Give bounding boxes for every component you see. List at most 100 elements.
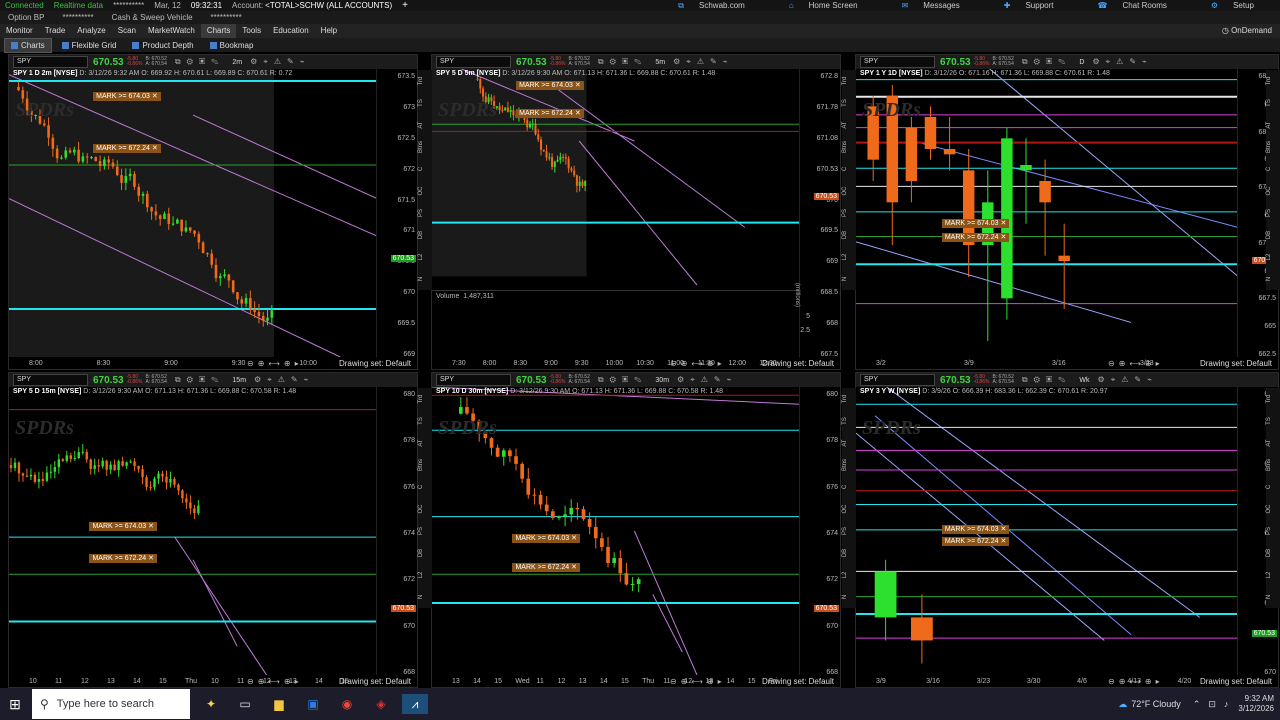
- symbol-input[interactable]: SPY: [436, 56, 511, 68]
- close-icon[interactable]: ✕: [152, 93, 158, 100]
- drawing-tools-icons[interactable]: ⚙⌖⚠✎⌁: [673, 57, 733, 67]
- close-icon[interactable]: ✕: [148, 555, 154, 562]
- sidebar-tab[interactable]: L2: [838, 568, 860, 582]
- symbol-input[interactable]: SPY: [860, 374, 935, 386]
- sidebar-tab[interactable]: DB: [414, 546, 436, 560]
- sidebar-tab[interactable]: N: [1262, 272, 1280, 286]
- zoom-controls[interactable]: ⊖⊕⟷⊕▸: [1108, 677, 1164, 686]
- alert-mark-upper[interactable]: MARK >= 674.03 ✕: [941, 525, 1010, 535]
- sidebar-tab[interactable]: PS: [414, 524, 436, 538]
- sidebar-tab[interactable]: TS: [838, 414, 860, 428]
- symbol-input[interactable]: SPY: [860, 56, 935, 68]
- alert-mark-upper[interactable]: MARK >= 674.03 ✕: [941, 218, 1010, 228]
- sidebar-tab[interactable]: PS: [414, 206, 436, 220]
- sidebar-tab[interactable]: L2: [838, 250, 860, 264]
- sidebar-tab[interactable]: TS: [1262, 414, 1280, 428]
- subnav-charts[interactable]: Charts: [4, 37, 52, 53]
- sidebar-tab[interactable]: PS: [838, 524, 860, 538]
- subnav-bookmap[interactable]: Bookmap: [204, 39, 260, 52]
- ondemand-button[interactable]: ◷ OnDemand: [1222, 24, 1272, 38]
- drawing-set-selector[interactable]: Drawing set: Default: [339, 359, 411, 368]
- sidebar-tab[interactable]: Trd: [838, 74, 860, 88]
- sidebar-tab[interactable]: Btns: [1262, 458, 1280, 472]
- close-icon[interactable]: ✕: [1000, 538, 1006, 545]
- sidebar-tab[interactable]: C: [1262, 480, 1280, 494]
- sidebar-tab[interactable]: TS: [414, 414, 436, 428]
- price-axis[interactable]: 673.5673672.5672671.5671670.5670669.5669…: [376, 69, 417, 358]
- close-icon[interactable]: ✕: [1000, 234, 1006, 241]
- sidebar-tab[interactable]: TS: [1262, 96, 1280, 110]
- sidebar-tab[interactable]: AT: [414, 436, 436, 450]
- sidebar-tab[interactable]: Trd: [1262, 74, 1280, 88]
- alert-mark-lower[interactable]: MARK >= 672.24 ✕: [93, 143, 161, 153]
- alert-mark-upper[interactable]: MARK >= 674.03 ✕: [512, 533, 580, 543]
- chart-panel-2[interactable]: SPY 670.53 -5.80 -0.86% B: 670.52 A: 670.54 ⧉⚙…: [431, 54, 841, 370]
- drawing-tools-icons[interactable]: ⚙⌖⚠✎⌁: [1098, 375, 1158, 385]
- drawing-tools-icons[interactable]: ⚙⌖⚠✎⌁: [250, 57, 310, 67]
- alert-mark-upper[interactable]: MARK >= 674.03 ✕: [516, 80, 584, 90]
- sidebar-tab[interactable]: C: [414, 480, 436, 494]
- sidebar-tab[interactable]: L2: [414, 250, 436, 264]
- alert-mark-upper[interactable]: MARK >= 674.03 ✕: [93, 92, 161, 102]
- drawing-tools-icons[interactable]: ⚙⌖⚠✎⌁: [254, 375, 314, 385]
- volume-icon[interactable]: ♪: [1224, 699, 1229, 709]
- sidebar-tab[interactable]: PS: [838, 206, 860, 220]
- drawing-set-selector[interactable]: Drawing set: Default: [762, 359, 834, 368]
- timeframe-selector[interactable]: 5m: [655, 59, 665, 66]
- chart-panel-1[interactable]: SPY 670.53 -5.80 -0.86% B: 670.52 A: 670.54 ⧉⚙…: [8, 54, 418, 370]
- sidebar-tab[interactable]: AT: [838, 118, 860, 132]
- sidebar-tab[interactable]: Btns: [838, 140, 860, 154]
- sidebar-tab[interactable]: TS: [838, 96, 860, 110]
- tray-clock[interactable]: 9:32 AM 3/12/2026: [1238, 694, 1274, 714]
- subnav-product-depth[interactable]: Product Depth: [126, 39, 199, 52]
- zoom-controls[interactable]: ⊖⊕⟷⊕▸: [670, 677, 726, 686]
- zoom-controls[interactable]: ⊖⊕⟷⊕▸: [247, 359, 303, 368]
- nav-charts[interactable]: Charts: [200, 24, 237, 38]
- sidebar-tab[interactable]: C: [414, 162, 436, 176]
- sidebar-tab[interactable]: N: [1262, 590, 1280, 604]
- drawing-set-selector[interactable]: Drawing set: Default: [1200, 677, 1272, 686]
- chart-panel-3[interactable]: SPY 670.53 -5.80 -0.86% B: 670.52 A: 670.54 ⧉⚙…: [855, 54, 1279, 370]
- tray-chevron-icon[interactable]: ⌃: [1193, 699, 1201, 710]
- timeframe-selector[interactable]: D: [1079, 59, 1084, 66]
- sidebar-tab[interactable]: DB: [1262, 228, 1280, 242]
- sidebar-tab[interactable]: DB: [838, 228, 860, 242]
- sidebar-tab[interactable]: AT: [1262, 436, 1280, 450]
- account-selector[interactable]: <TOTAL>SCHW (ALL ACCOUNTS): [265, 1, 392, 10]
- chrome-icon[interactable]: ◉: [334, 694, 360, 714]
- sidebar-tab[interactable]: AT: [414, 118, 436, 132]
- thinkorswim-icon[interactable]: ⩘: [402, 694, 428, 714]
- task-view-icon[interactable]: ▭: [232, 694, 258, 714]
- price-axis[interactable]: 680 678 676 674 672 670 668 670.53: [376, 387, 417, 676]
- sidebar-tab[interactable]: OC: [414, 502, 436, 516]
- sidebar-tab[interactable]: PS: [1262, 206, 1280, 220]
- nav-trade[interactable]: Trade: [39, 24, 72, 38]
- timeframe-selector[interactable]: 30m: [655, 377, 669, 384]
- toolbar-icons[interactable]: ⧉⚙▣✎: [598, 57, 648, 67]
- drawing-tools-icons[interactable]: ⚙⌖⚠✎⌁: [1092, 57, 1152, 67]
- network-icon[interactable]: ⊡: [1208, 699, 1216, 710]
- sidebar-tab[interactable]: OC: [838, 502, 860, 516]
- sidebar-tab[interactable]: TS: [414, 96, 436, 110]
- sidebar-tab[interactable]: DB: [838, 546, 860, 560]
- sidebar-tab[interactable]: N: [414, 272, 436, 286]
- drawing-set-selector[interactable]: Drawing set: Default: [762, 677, 834, 686]
- zoom-controls[interactable]: ⊖⊕⟷⊕▸: [670, 359, 726, 368]
- link-schwab[interactable]: ⧉ Schwab.com: [666, 1, 755, 11]
- chart-panel-6[interactable]: SPY 670.53 -5.80 -0.86% B: 670.52 A: 670.54 ⧉⚙…: [855, 372, 1279, 688]
- timeframe-selector[interactable]: 2m: [232, 59, 242, 66]
- link-messages[interactable]: ✉ Messages: [890, 1, 970, 10]
- close-icon[interactable]: ✕: [1000, 220, 1006, 227]
- copilot-icon[interactable]: ✦: [198, 694, 224, 714]
- sidebar-tab[interactable]: L2: [414, 568, 436, 582]
- sidebar-tab[interactable]: DB: [1262, 546, 1280, 560]
- sidebar-tab[interactable]: AT: [838, 436, 860, 450]
- sidebar-tab[interactable]: Btns: [414, 458, 436, 472]
- sidebar-tab[interactable]: Trd: [414, 392, 436, 406]
- close-icon[interactable]: ✕: [152, 145, 158, 152]
- add-icon[interactable]: +: [402, 0, 408, 11]
- alert-mark-upper[interactable]: MARK >= 674.03 ✕: [89, 522, 157, 532]
- sidebar-tab[interactable]: C: [1262, 162, 1280, 176]
- close-icon[interactable]: ✕: [575, 110, 581, 117]
- windows-start-icon[interactable]: ⊞: [0, 688, 30, 720]
